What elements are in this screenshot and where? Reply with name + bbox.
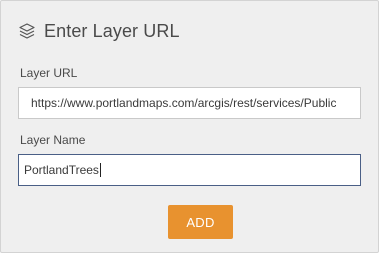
layers-icon (18, 22, 36, 40)
layer-name-label: Layer Name (20, 133, 86, 147)
add-button[interactable]: ADD (168, 205, 233, 239)
enter-layer-url-panel: Enter Layer URL Layer URL https://www.po… (0, 0, 379, 253)
layer-name-value: PortlandTrees (24, 163, 99, 177)
text-caret (99, 163, 101, 177)
layer-url-value: https://www.portlandmaps.com/arcgis/rest… (31, 96, 337, 110)
layer-url-input[interactable]: https://www.portlandmaps.com/arcgis/rest… (18, 87, 361, 119)
layer-url-label: Layer URL (20, 66, 78, 80)
panel-header: Enter Layer URL (18, 19, 180, 43)
layer-name-input[interactable]: PortlandTrees (18, 154, 361, 186)
panel-title: Enter Layer URL (44, 20, 180, 41)
